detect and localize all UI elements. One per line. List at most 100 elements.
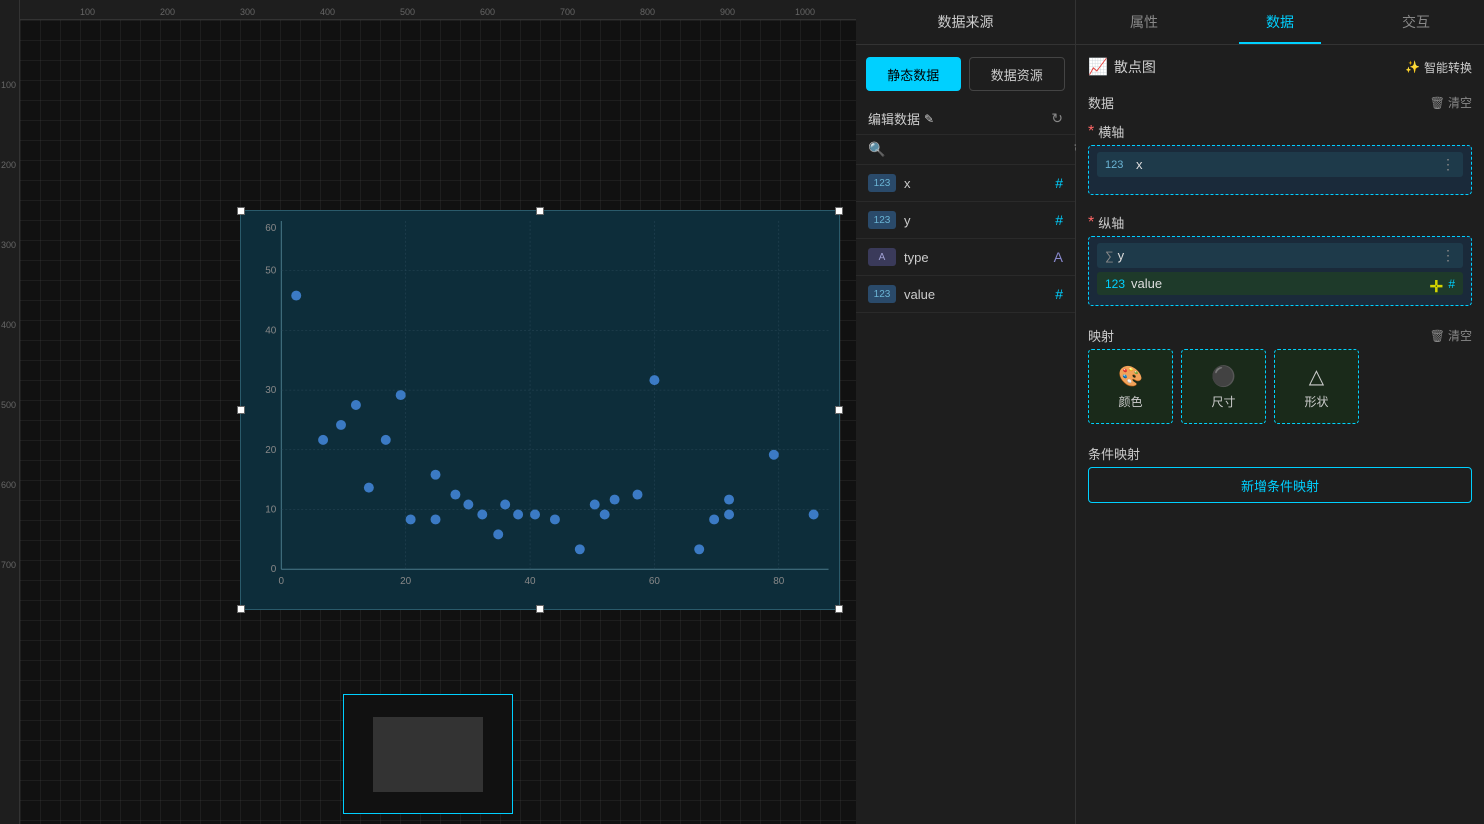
value-chip: 123 value # ✛ [1097, 272, 1463, 295]
ruler-left-tick: 600 [1, 480, 16, 490]
svg-text:80: 80 [773, 576, 785, 587]
edit-data-label: 编辑数据 [868, 109, 920, 128]
mapping-clear-button[interactable]: 🗑 清空 [1430, 327, 1472, 344]
svg-text:20: 20 [265, 445, 277, 456]
size-mapping-icon: ⚫ [1211, 364, 1236, 389]
tab-data[interactable]: 数据 [1212, 0, 1348, 44]
ruler-left: 100 200 300 400 500 600 700 [0, 0, 20, 824]
data-source-title: 数据来源 [938, 12, 994, 32]
thumbnail-area [343, 694, 513, 814]
ruler-tick: 300 [240, 7, 255, 17]
y-chip-menu-1[interactable]: ⋮ [1441, 247, 1455, 264]
ruler-left-tick: 400 [1, 320, 16, 330]
x-axis-label: 横轴 [1098, 122, 1124, 141]
ruler-left-tick: 200 [1, 160, 16, 170]
svg-text:60: 60 [265, 223, 277, 234]
prop-content: 📈 散点图 ✨ 智能转换 数据 🗑 清空 * [1076, 45, 1484, 824]
y-sum-prefix: ∑ [1105, 249, 1114, 263]
x-chip-type: 123 [1105, 159, 1130, 171]
prop-tabs: 属性 数据 交互 [1076, 0, 1484, 45]
chart-container[interactable]: 0 10 20 30 40 50 60 0 20 40 60 80 [240, 210, 840, 610]
value-hash-icon: # [1448, 277, 1455, 291]
field-name-y: y [904, 213, 1055, 228]
field-hash-y: # [1055, 212, 1063, 228]
data-clear-button[interactable]: 🗑 清空 [1430, 94, 1472, 111]
ruler-tick: 900 [720, 7, 735, 17]
ruler-tick: 600 [480, 7, 495, 17]
sum-symbol: ∑ [1105, 249, 1114, 263]
refresh-icon[interactable]: ↻ [1051, 110, 1063, 127]
y-chip-name: y [1118, 248, 1441, 263]
shape-mapping-label: 形状 [1304, 393, 1328, 410]
value-hash: 123 [1105, 277, 1125, 291]
x-chip-name: x [1136, 157, 1441, 172]
field-item-type[interactable]: A type A [856, 239, 1075, 276]
data-resource-button[interactable]: 数据资源 [969, 57, 1066, 91]
conditional-section: 条件映射 新增条件映射 [1088, 436, 1472, 503]
canvas-area: 100 200 300 400 500 600 700 800 900 1000… [0, 0, 856, 824]
ruler-tick: 100 [80, 7, 95, 17]
add-condition-button[interactable]: 新增条件映射 [1088, 467, 1472, 503]
static-data-button[interactable]: 静态数据 [866, 57, 961, 91]
field-item-value[interactable]: 123 value # [856, 276, 1075, 313]
ruler-top: 100 200 300 400 500 600 700 800 900 1000 [0, 0, 856, 20]
edit-data-row: 编辑数据 ✎ ↻ [856, 103, 1075, 135]
ruler-tick: 500 [400, 7, 415, 17]
ruler-left-tick: 500 [1, 400, 16, 410]
field-type-y: 123 [868, 211, 896, 229]
field-type-value: 123 [868, 285, 896, 303]
ruler-tick: 400 [320, 7, 335, 17]
ruler-left-tick: 100 [1, 80, 16, 90]
field-hash-value: # [1055, 286, 1063, 302]
svg-text:0: 0 [279, 576, 285, 587]
ruler-left-tick: 300 [1, 240, 16, 250]
mapping-card-color[interactable]: 🎨 颜色 [1088, 349, 1173, 424]
field-item-y[interactable]: 123 y # [856, 202, 1075, 239]
svg-text:0: 0 [271, 564, 277, 575]
svg-text:40: 40 [265, 325, 277, 336]
y-axis-section: * 纵轴 ∑ y ⋮ 123 value # ✛ [1088, 207, 1472, 306]
svg-text:20: 20 [400, 576, 412, 587]
svg-text:40: 40 [525, 576, 537, 587]
data-source-header: 数据来源 [856, 0, 1075, 45]
chart-title: 散点图 [1114, 57, 1156, 77]
search-input[interactable] [891, 142, 1067, 157]
edit-data-button[interactable]: 编辑数据 ✎ [868, 109, 934, 128]
data-section-label: 数据 🗑 清空 [1088, 85, 1472, 116]
field-item-x[interactable]: 123 x # [856, 165, 1075, 202]
mapping-card-shape[interactable]: △ 形状 [1274, 349, 1359, 424]
scatter-svg: 0 10 20 30 40 50 60 0 20 40 60 80 [241, 211, 839, 609]
field-name-value: value [904, 287, 1055, 302]
x-axis-dropzone[interactable]: 123 x ⋮ [1088, 145, 1472, 195]
plus-cursor: ✛ [1430, 277, 1443, 297]
x-axis-label-row: * 横轴 [1088, 116, 1472, 145]
y-required-star: * [1088, 214, 1094, 232]
ruler-tick: 200 [160, 7, 175, 17]
mapping-trash-icon: 🗑 [1430, 329, 1445, 343]
magic-icon: ✨ [1405, 60, 1420, 74]
tab-properties[interactable]: 属性 [1076, 0, 1212, 44]
data-label: 数据 [1088, 93, 1114, 112]
conditional-label-row: 条件映射 [1088, 436, 1472, 467]
field-name-x: x [904, 176, 1055, 191]
scatter-chart: 0 10 20 30 40 50 60 0 20 40 60 80 [241, 211, 839, 609]
field-hash-x: # [1055, 175, 1063, 191]
svg-text:10: 10 [265, 504, 277, 515]
chart-type-icon: 📈 [1088, 57, 1108, 77]
right-panel: 数据来源 静态数据 数据资源 编辑数据 ✎ ↻ 🔍 ↻ 123 x # [856, 0, 1484, 824]
x-chip-menu[interactable]: ⋮ [1441, 156, 1455, 173]
smart-convert-button[interactable]: ✨ 智能转换 [1405, 59, 1472, 76]
x-required-star: * [1088, 123, 1094, 141]
conditional-label: 条件映射 [1088, 444, 1140, 463]
shape-mapping-icon: △ [1309, 364, 1324, 389]
mapping-card-size[interactable]: ⚫ 尺寸 [1181, 349, 1266, 424]
value-chip-name: value [1131, 276, 1448, 291]
thumbnail-inner [373, 717, 483, 792]
data-source-panel: 数据来源 静态数据 数据资源 编辑数据 ✎ ↻ 🔍 ↻ 123 x # [856, 0, 1076, 824]
y-axis-dropzone[interactable]: ∑ y ⋮ 123 value # ✛ [1088, 236, 1472, 306]
mapping-label: 映射 [1088, 326, 1114, 345]
x-axis-section: * 横轴 123 x ⋮ [1088, 116, 1472, 195]
search-icon: 🔍 [868, 141, 885, 158]
tab-interaction[interactable]: 交互 [1348, 0, 1484, 44]
ruler-tick: 700 [560, 7, 575, 17]
